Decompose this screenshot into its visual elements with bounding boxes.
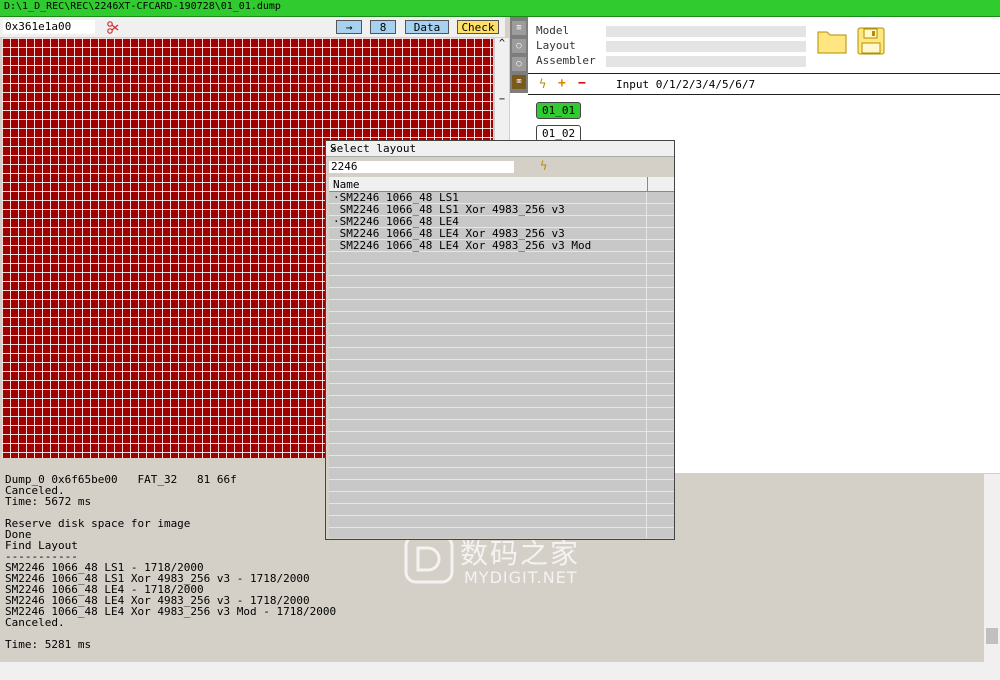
add-icon[interactable]: + [558,76,566,91]
assembler-field[interactable] [606,56,806,67]
bolt-icon[interactable]: ϟ [539,77,546,91]
title-bar: D:\1_D_REC\REC\2246XT-CFCARD-190728\01_0… [0,0,1000,17]
search-bolt-icon[interactable]: ϟ [540,159,547,173]
model-label: Model [536,24,570,37]
scroll-corner [984,662,1000,680]
width-button[interactable]: 8 [370,20,396,34]
layout-list: ·SM2246 1066_48 LS1 SM2246 1066_48 LS1 X… [329,192,674,538]
layer-01-01[interactable]: 01_01 [536,102,582,119]
pin2-icon[interactable]: ○ [512,57,526,71]
log-hscrollbar[interactable] [0,662,984,680]
watermark: 数码之家 MYDIGIT.NET [404,532,599,587]
folder-icon[interactable] [817,28,847,54]
scroll-up-icon[interactable]: ^ [495,38,509,49]
save-icon[interactable] [857,27,885,55]
dialog-titlebar: Select layout ✕ [326,141,674,157]
column-divider [647,177,648,191]
watermark-en: MYDIGIT.NET [464,568,578,587]
separator [528,73,1000,74]
layout-tool-icon[interactable]: ⌧ [512,75,526,89]
address-input[interactable]: 0x361e1a00 [3,20,95,34]
log-line: Time: 5281 ms [5,638,92,651]
log-line: SM2246 1066_48 LE4 Xor 4983_256 v3 Mod -… [5,605,337,618]
log-scroll-thumb[interactable] [986,628,998,644]
log-line: Canceled. [5,616,65,629]
separator [528,94,1000,95]
model-field[interactable] [606,26,806,37]
goto-button[interactable]: → [336,20,362,34]
input-label: Input 0/1/2/3/4/5/6/7 [616,78,756,91]
window-title: D:\1_D_REC\REC\2246XT-CFCARD-190728\01_0… [4,1,281,12]
column-header-name[interactable]: Name [329,177,674,192]
select-layout-dialog: Select layout ✕ 2246 ϟ Name ·SM2246 1066… [325,140,675,540]
layout-label: Layout [536,39,576,52]
zoom-out-icon[interactable]: − [495,94,509,105]
check-button[interactable]: Check [457,20,499,34]
data-button[interactable]: Data [405,20,449,34]
list-column-divider [646,192,647,538]
assembler-label: Assembler [536,54,596,67]
layout-list-item[interactable]: SM2246 1066_48 LE4 Xor 4983_256 v3 Mod [333,240,592,252]
scissors-icon[interactable] [106,19,120,35]
column-name-label: Name [333,178,360,191]
remove-icon[interactable]: − [578,76,586,91]
list-icon[interactable]: ≡ [512,21,526,35]
layout-search-input[interactable]: 2246 [329,161,514,173]
log-scrollbar[interactable] [984,474,1000,662]
close-icon[interactable]: ✕ [330,142,670,155]
layout-field[interactable] [606,41,806,52]
pin-icon[interactable]: ○ [512,39,526,53]
side-icon-bar: ≡ ○ ○ ⌧ [510,17,528,93]
